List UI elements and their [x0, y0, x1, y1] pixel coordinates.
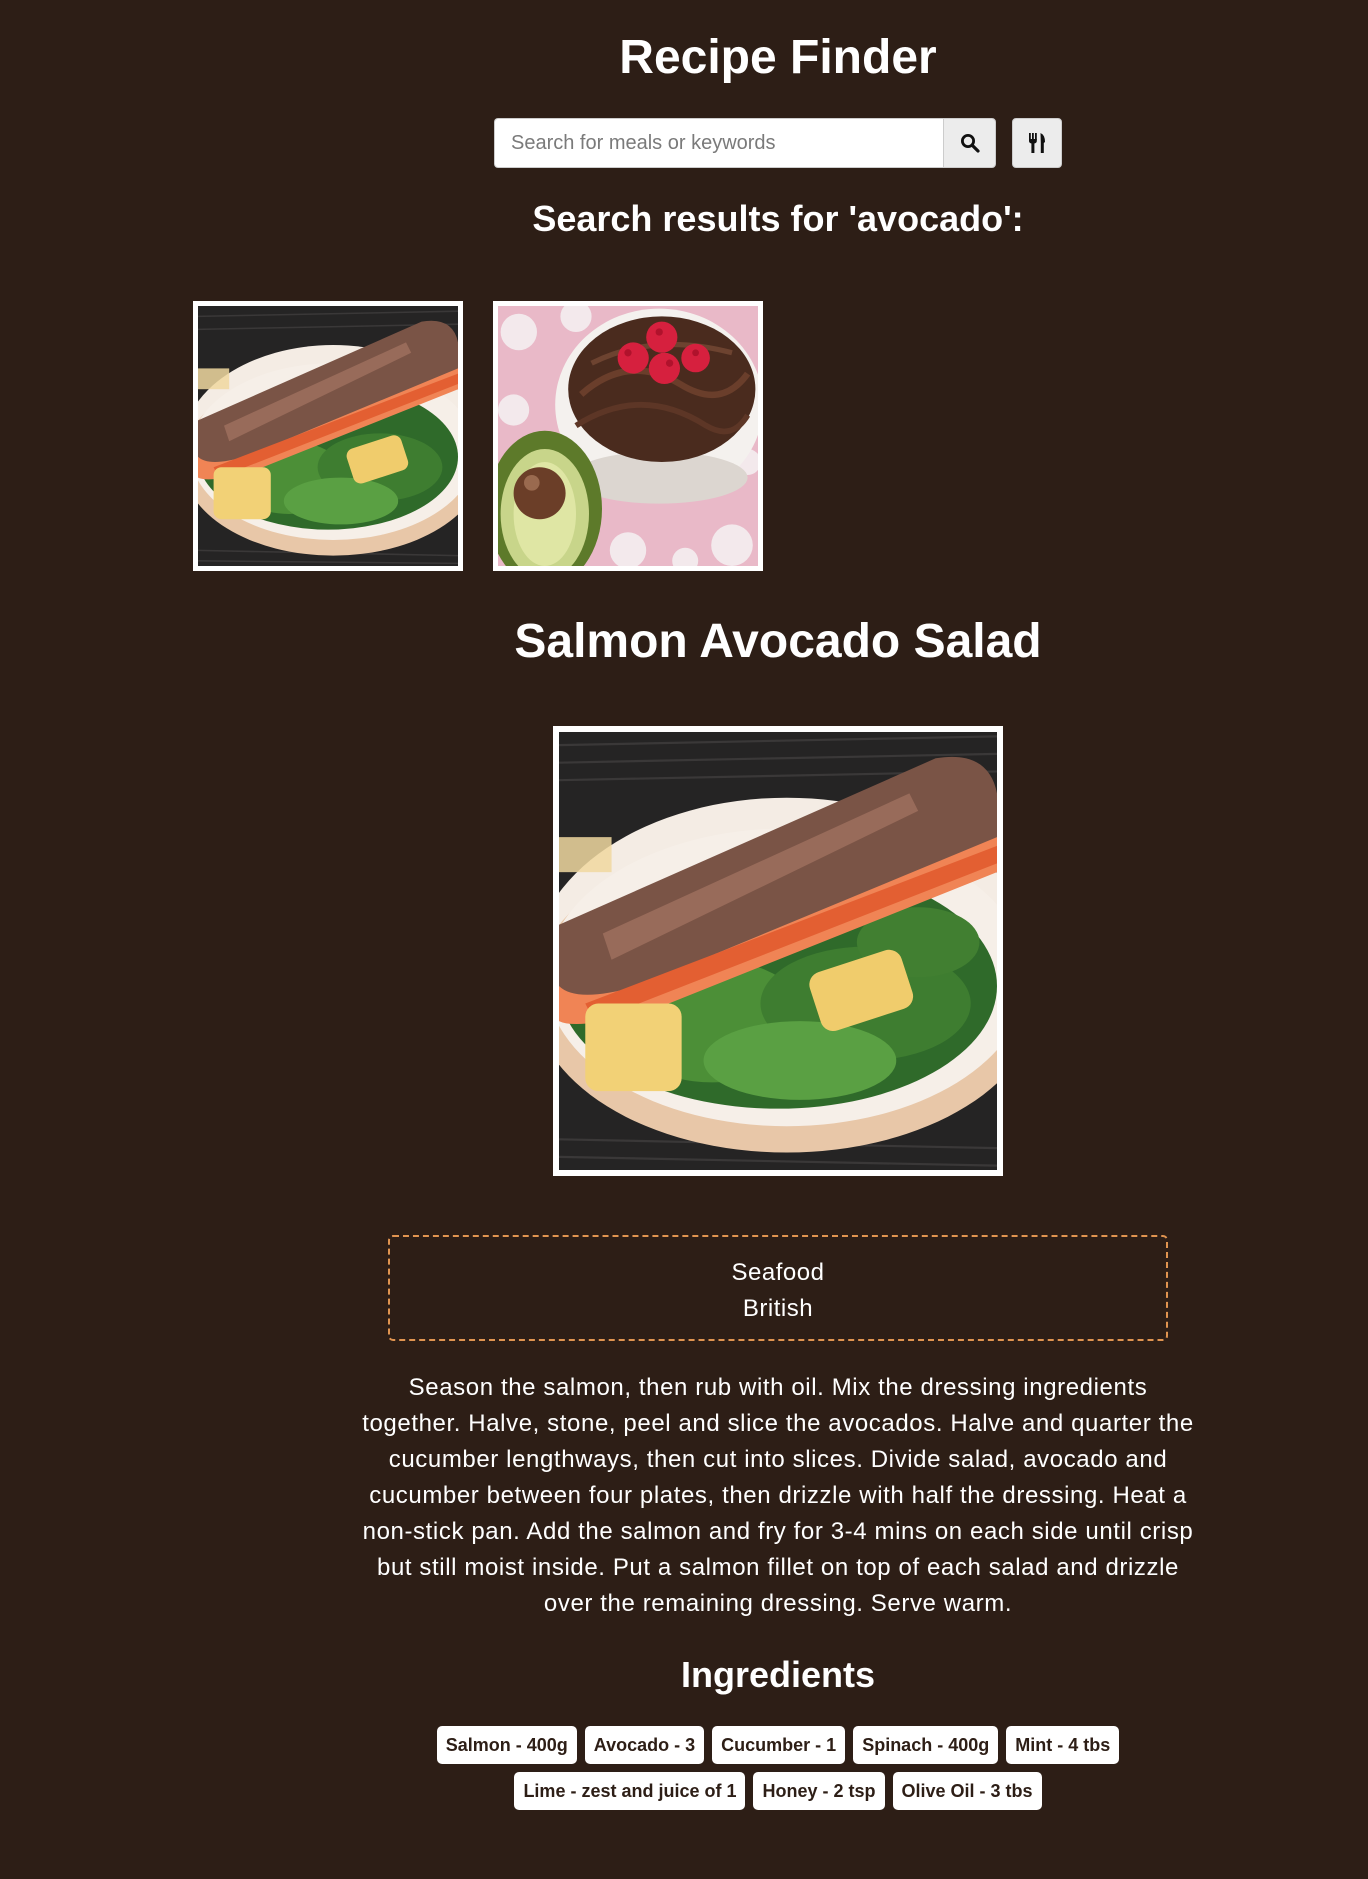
meal-result-salmon-avocado-salad[interactable]: [193, 301, 463, 571]
ingredient-tag: Lime - zest and juice of 1: [514, 1772, 746, 1810]
ingredient-tag: Spinach - 400g: [853, 1726, 999, 1764]
utensils-icon: [1029, 133, 1045, 153]
ingredient-tag: Mint - 4 tbs: [1006, 1726, 1120, 1764]
ingredient-tag: Cucumber - 1: [712, 1726, 846, 1764]
search-form: [494, 118, 996, 168]
chocolate-mousse-photo: [498, 306, 758, 566]
ingredient-tag: Avocado - 3: [584, 1726, 705, 1764]
ingredient-tag: Olive Oil - 3 tbs: [892, 1772, 1042, 1810]
ingredient-tag: Salmon - 400g: [436, 1726, 577, 1764]
salmon-salad-photo: [559, 732, 997, 1170]
meal-instructions: Season the salmon, then rub with oil. Mi…: [362, 1374, 1194, 1617]
meal-info: Seafood British: [388, 1235, 1168, 1341]
ingredients-heading: Ingredients: [680, 1654, 876, 1695]
meal-title: Salmon Avocado Salad: [514, 615, 1042, 668]
ingredient-tag: Honey - 2 tsp: [753, 1772, 885, 1810]
ingredients-list: Salmon - 400g Avocado - 3 Cucumber - 1 S…: [420, 1726, 1136, 1810]
random-meal-button[interactable]: [1012, 118, 1062, 168]
app-title: Recipe Finder: [619, 31, 937, 84]
meal-result-chocolate-avocado-mousse[interactable]: [493, 301, 763, 571]
results-heading: Search results for 'avocado':: [532, 198, 1024, 239]
meal-image: [553, 726, 1003, 1176]
search-input[interactable]: [494, 118, 943, 168]
salmon-salad-photo: [198, 306, 458, 566]
meal-area: British: [742, 1295, 814, 1322]
search-icon: [960, 134, 980, 153]
search-button[interactable]: [943, 118, 996, 168]
meal-category: Seafood: [731, 1259, 825, 1286]
